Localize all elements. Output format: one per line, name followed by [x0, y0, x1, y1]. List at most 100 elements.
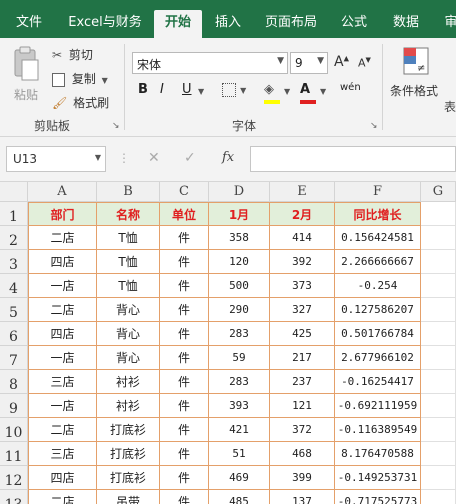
table-cell[interactable]: 237 [270, 370, 335, 394]
tab-review[interactable]: 审 [436, 10, 456, 38]
table-cell[interactable]: 背心 [97, 322, 160, 346]
tab-excel-finance[interactable]: Excel与财务 [60, 10, 150, 38]
tab-insert[interactable]: 插入 [206, 10, 250, 38]
column-header[interactable]: B [97, 182, 160, 202]
table-cell[interactable]: -0.254 [335, 274, 421, 298]
table-cell[interactable]: 四店 [28, 250, 97, 274]
table-cell[interactable]: 2.266666667 [335, 250, 421, 274]
table-cell[interactable]: T恤 [97, 226, 160, 250]
row-header[interactable]: 8 [0, 370, 28, 394]
table-cell[interactable]: 137 [270, 490, 335, 504]
row-header[interactable]: 5 [0, 298, 28, 322]
table-cell[interactable]: 件 [160, 394, 209, 418]
font-color-button[interactable]: A [300, 82, 316, 104]
table-header-cell[interactable]: 部门 [28, 202, 97, 226]
decrease-font-button[interactable]: A▼ [358, 56, 371, 70]
table-cell[interactable]: 件 [160, 274, 209, 298]
table-cell[interactable]: 0.127586207 [335, 298, 421, 322]
chevron-down-icon[interactable]: ▼ [320, 87, 326, 96]
table-cell[interactable]: -0.116389549 [335, 418, 421, 442]
table-cell[interactable]: 2.677966102 [335, 346, 421, 370]
table-cell[interactable]: 500 [209, 274, 270, 298]
clipboard-launcher-icon[interactable]: ↘ [112, 121, 120, 131]
table-cell[interactable]: 0.156424581 [335, 226, 421, 250]
empty-cell[interactable] [421, 250, 456, 274]
table-cell[interactable]: 打底衫 [97, 442, 160, 466]
tab-formulas[interactable]: 公式 [332, 10, 376, 38]
row-header[interactable]: 9 [0, 394, 28, 418]
tab-file[interactable]: 文件 [6, 10, 52, 38]
table-cell[interactable]: 四店 [28, 322, 97, 346]
table-cell[interactable]: 414 [270, 226, 335, 250]
table-header-cell[interactable]: 1月 [209, 202, 270, 226]
table-cell[interactable]: 吊带 [97, 490, 160, 504]
table-cell[interactable]: 背心 [97, 298, 160, 322]
empty-cell[interactable] [421, 466, 456, 490]
table-cell[interactable]: 399 [270, 466, 335, 490]
tab-home[interactable]: 开始 [154, 10, 202, 38]
table-cell[interactable]: 425 [270, 322, 335, 346]
table-cell[interactable]: 四店 [28, 466, 97, 490]
table-cell[interactable]: 283 [209, 370, 270, 394]
table-cell[interactable]: 二店 [28, 226, 97, 250]
column-header[interactable]: F [335, 182, 421, 202]
table-cell[interactable]: T恤 [97, 250, 160, 274]
table-cell[interactable]: 三店 [28, 370, 97, 394]
empty-cell[interactable] [421, 490, 456, 504]
formula-input[interactable] [250, 146, 456, 172]
table-cell[interactable]: -0.692111959 [335, 394, 421, 418]
empty-cell[interactable] [421, 442, 456, 466]
row-header[interactable]: 11 [0, 442, 28, 466]
enter-icon[interactable]: ✓ [184, 150, 196, 166]
table-header-cell[interactable]: 同比增长 [335, 202, 421, 226]
table-cell[interactable]: 393 [209, 394, 270, 418]
phonetic-guide-button[interactable]: wén [340, 82, 361, 93]
table-cell[interactable]: -0.16254417 [335, 370, 421, 394]
row-header[interactable]: 7 [0, 346, 28, 370]
empty-cell[interactable] [421, 226, 456, 250]
table-cell[interactable]: 件 [160, 466, 209, 490]
row-header[interactable]: 2 [0, 226, 28, 250]
column-header[interactable]: A [28, 182, 97, 202]
table-cell[interactable]: 59 [209, 346, 270, 370]
table-cell[interactable]: T恤 [97, 274, 160, 298]
table-cell[interactable]: 二店 [28, 298, 97, 322]
row-header[interactable]: 12 [0, 466, 28, 490]
format-as-table-label[interactable]: 表 [444, 98, 456, 115]
copy-button[interactable]: 复制 ▼ [52, 70, 108, 87]
table-cell[interactable]: 469 [209, 466, 270, 490]
name-box[interactable]: U13 ▼ [6, 146, 106, 172]
insert-function-icon[interactable]: fx [222, 150, 234, 165]
table-cell[interactable]: 51 [209, 442, 270, 466]
fill-color-button[interactable]: ◈ [264, 82, 280, 104]
table-cell[interactable]: 392 [270, 250, 335, 274]
table-cell[interactable]: -0.717525773 [335, 490, 421, 504]
chevron-down-icon[interactable]: ▼ [284, 87, 290, 96]
empty-cell[interactable] [421, 370, 456, 394]
table-cell[interactable]: 背心 [97, 346, 160, 370]
table-cell[interactable]: 327 [270, 298, 335, 322]
row-header[interactable]: 10 [0, 418, 28, 442]
table-cell[interactable]: 421 [209, 418, 270, 442]
conditional-format-button[interactable]: ≠ 条件格式 [390, 46, 438, 98]
table-cell[interactable]: 三店 [28, 442, 97, 466]
table-cell[interactable]: 290 [209, 298, 270, 322]
empty-cell[interactable] [421, 346, 456, 370]
table-cell[interactable]: 358 [209, 226, 270, 250]
table-cell[interactable]: 二店 [28, 490, 97, 504]
font-name-select[interactable]: 宋体 ▼ [132, 52, 288, 74]
table-cell[interactable]: 一店 [28, 394, 97, 418]
table-cell[interactable]: 0.501766784 [335, 322, 421, 346]
table-cell[interactable]: 件 [160, 298, 209, 322]
table-cell[interactable]: 衬衫 [97, 394, 160, 418]
table-cell[interactable]: 372 [270, 418, 335, 442]
empty-cell[interactable] [421, 322, 456, 346]
chevron-down-icon[interactable]: ▼ [198, 87, 204, 96]
row-header[interactable]: 4 [0, 274, 28, 298]
table-cell[interactable]: 一店 [28, 346, 97, 370]
table-cell[interactable]: 120 [209, 250, 270, 274]
empty-cell[interactable] [421, 418, 456, 442]
row-header[interactable]: 6 [0, 322, 28, 346]
table-cell[interactable]: 121 [270, 394, 335, 418]
table-cell[interactable]: 衬衫 [97, 370, 160, 394]
